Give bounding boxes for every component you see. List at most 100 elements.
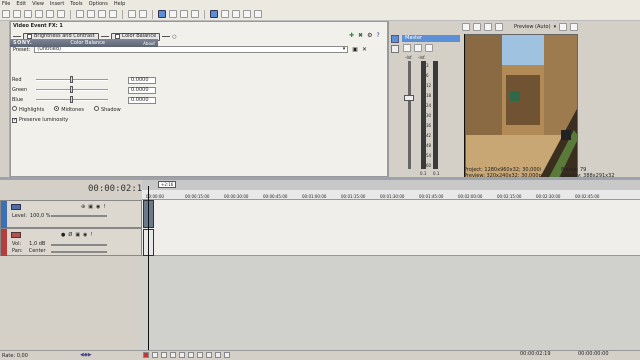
video-track-header[interactable]: ⊕ ▣ ◉ ! Level: 100,0 % (0, 200, 142, 228)
pan-slider[interactable] (51, 251, 107, 253)
radio-button[interactable] (12, 106, 17, 111)
rate-slider-icon[interactable]: ◀◆▶ (80, 352, 92, 358)
preserve-luminosity[interactable]: ✓ Preserve luminosity (12, 117, 68, 123)
preserve-checkbox[interactable]: ✓ (12, 117, 17, 123)
help-icon[interactable] (254, 10, 262, 18)
arm-record-icon[interactable]: ● (61, 232, 65, 238)
invert-phase-icon[interactable]: Ø (68, 232, 72, 238)
slider-thumb[interactable] (70, 86, 73, 93)
track-minimize-icon[interactable] (11, 232, 21, 238)
solo-icon[interactable]: ! (103, 204, 105, 210)
radio-highlights[interactable]: Highlights (12, 106, 44, 113)
menu-help[interactable]: Help (114, 1, 125, 7)
copy-icon[interactable] (87, 10, 95, 18)
fader-track[interactable] (408, 61, 411, 169)
menu-file[interactable]: File (2, 1, 10, 7)
new-icon[interactable] (2, 10, 10, 18)
track-fx-icon[interactable]: ▣ (88, 204, 93, 210)
vol-slider[interactable] (51, 244, 107, 246)
normal-edit-tool-icon[interactable] (210, 10, 218, 18)
pause-icon[interactable] (179, 352, 185, 358)
playback-cursor[interactable] (148, 186, 149, 354)
stop-icon[interactable] (188, 352, 194, 358)
save-icon[interactable] (24, 10, 32, 18)
track-fx-icon[interactable]: ▣ (75, 232, 80, 238)
remove-plugin-icon[interactable]: ✖ (358, 32, 363, 39)
preview-fx-icon[interactable] (473, 23, 481, 31)
render-icon[interactable] (46, 10, 54, 18)
paste-icon[interactable] (98, 10, 106, 18)
auto-crossfade-icon[interactable] (169, 10, 177, 18)
rate-label: Rate: 0,00 (2, 352, 28, 359)
menu-edit[interactable]: Edit (16, 1, 26, 7)
track-minimize-icon[interactable] (11, 204, 21, 210)
plug-in-chain-icon[interactable]: ✚ (349, 32, 354, 39)
mute-icon[interactable] (403, 44, 411, 52)
slider-thumb[interactable] (70, 96, 73, 103)
settings-icon[interactable]: ⚙ (367, 32, 372, 39)
go-to-end-icon[interactable] (206, 352, 212, 358)
next-frame-icon[interactable] (224, 352, 230, 358)
save-snapshot-icon[interactable] (570, 23, 579, 31)
delete-preset-icon[interactable]: ✕ (362, 46, 367, 53)
preset-dropdown[interactable]: (Untitled) (34, 46, 349, 53)
overlays-icon[interactable] (495, 23, 503, 31)
solo-icon[interactable] (414, 44, 422, 52)
menu-insert[interactable]: Insert (50, 1, 64, 7)
preview-properties-icon[interactable] (462, 23, 470, 31)
marker-flag[interactable]: +2:16 (158, 181, 177, 188)
mute-icon[interactable]: ◉ (96, 204, 100, 210)
value-field[interactable]: 0.0000 (128, 96, 156, 104)
selection-tool-icon[interactable] (232, 10, 240, 18)
loop-icon[interactable] (152, 352, 158, 358)
fader-handle[interactable] (404, 95, 414, 101)
value-field[interactable]: 0.0000 (128, 76, 156, 84)
fx-icon[interactable] (391, 45, 399, 53)
play-from-start-icon[interactable] (161, 352, 167, 358)
go-to-start-icon[interactable] (197, 352, 203, 358)
bus-properties-icon[interactable] (391, 35, 399, 43)
split-screen-icon[interactable] (484, 23, 492, 31)
menu-tools[interactable]: Tools (70, 1, 82, 7)
audio-track-header[interactable]: ● Ø ▣ ◉ ! Vol: 1,0 dB Pan: Center (0, 228, 142, 256)
open-icon[interactable] (13, 10, 21, 18)
redo-icon[interactable] (139, 10, 147, 18)
save-as-icon[interactable] (35, 10, 43, 18)
radio-midtones[interactable]: Midtones (54, 106, 84, 113)
radio-shadow[interactable]: Shadow (93, 106, 121, 113)
lock-envelopes-icon[interactable] (191, 10, 199, 18)
radio-button[interactable] (93, 106, 99, 111)
save-preset-icon[interactable]: ▣ (352, 46, 358, 53)
delete-icon[interactable] (109, 10, 117, 18)
copy-snapshot-icon[interactable] (559, 23, 568, 31)
radio-button[interactable] (54, 106, 60, 111)
level-slider[interactable] (51, 215, 107, 217)
chevron-down-icon[interactable]: ▾ (554, 24, 557, 30)
prev-frame-icon[interactable] (215, 352, 221, 358)
about-button[interactable]: About (143, 41, 155, 46)
cut-icon[interactable] (76, 10, 84, 18)
mute-icon[interactable]: ◉ (83, 232, 87, 238)
enable-snapping-icon[interactable] (158, 10, 166, 18)
video-lane[interactable] (142, 200, 640, 256)
slider-track[interactable] (36, 86, 108, 93)
auto-ripple-icon[interactable] (180, 10, 188, 18)
play-icon[interactable] (170, 352, 176, 358)
value-field[interactable]: 0.0000 (128, 86, 156, 94)
slider-track[interactable] (36, 96, 108, 103)
record-icon[interactable] (143, 352, 149, 358)
envelope-tool-icon[interactable] (221, 10, 229, 18)
menu-view[interactable]: View (32, 1, 44, 7)
audio-lane[interactable] (142, 256, 640, 352)
preview-quality-dropdown[interactable]: Preview (Auto) (514, 24, 551, 30)
track-motion-icon[interactable]: ⊕ (81, 204, 85, 210)
slider-track[interactable] (36, 76, 108, 83)
zoom-tool-icon[interactable] (243, 10, 251, 18)
solo-icon[interactable]: ! (90, 232, 92, 238)
slider-thumb[interactable] (70, 76, 73, 83)
bus-fx-icon[interactable] (425, 44, 433, 52)
properties-icon[interactable] (57, 10, 65, 18)
undo-icon[interactable] (128, 10, 136, 18)
menu-options[interactable]: Options (89, 1, 108, 7)
help-icon[interactable]: ? (376, 32, 379, 39)
